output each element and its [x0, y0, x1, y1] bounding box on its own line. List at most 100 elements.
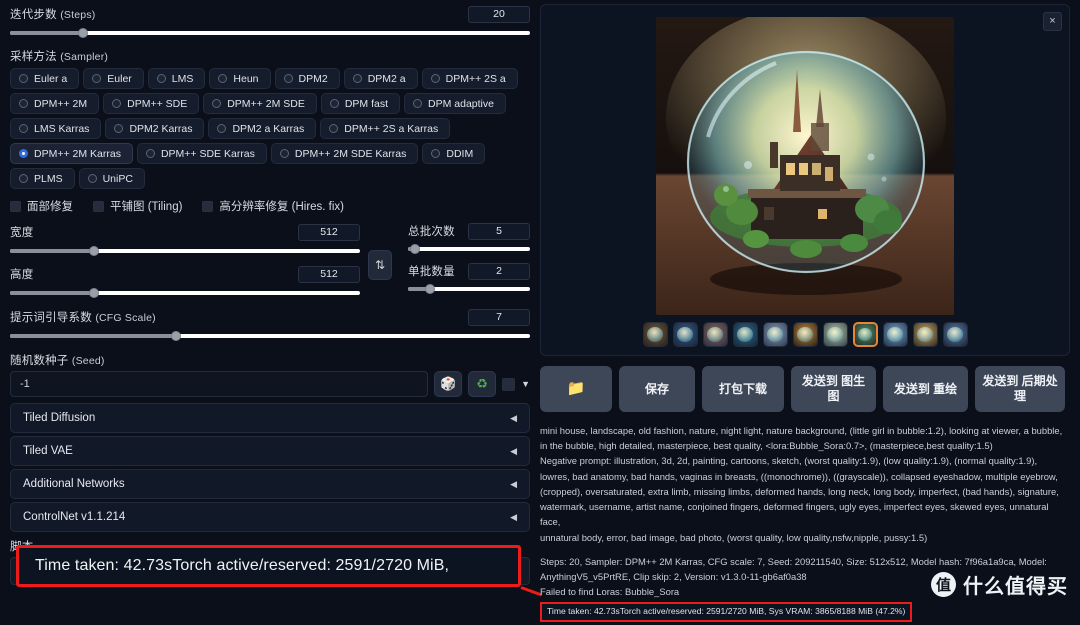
width-knob[interactable] [89, 246, 99, 256]
thumbnail-item[interactable] [702, 322, 728, 347]
sampler-option-dpm-fast[interactable]: DPM fast [320, 93, 401, 114]
thumbnail-strip[interactable] [642, 322, 968, 347]
checkbox-face-restore[interactable]: 面部修复 [10, 198, 73, 214]
thumbnail-item[interactable] [912, 322, 938, 347]
chevron-down-icon[interactable]: ▼ [521, 379, 530, 389]
checkbox-hires-fix[interactable]: 高分辨率修复 (Hires. fix) [202, 198, 344, 214]
seed-input[interactable]: -1 [10, 371, 429, 397]
height-fill [10, 291, 94, 295]
radio-icon [430, 74, 440, 83]
steps-value[interactable]: 20 [468, 5, 530, 23]
open-folder-button[interactable]: 📁 [540, 366, 612, 412]
cfg-label: 提示词引导系数 (CFG Scale) [10, 312, 156, 324]
sampler-option-label: DPM++ 2M [34, 97, 88, 110]
batch-size-slider[interactable] [408, 283, 530, 295]
sampler-option-euler[interactable]: Euler [83, 68, 144, 89]
accordion-tiled-vae[interactable]: Tiled VAE ◀ [10, 436, 530, 466]
thumbnail-item[interactable] [642, 322, 668, 347]
accordion-tiled-diffusion[interactable]: Tiled Diffusion ◀ [10, 403, 530, 433]
button-label: 保存 [644, 381, 669, 396]
batch-count-knob[interactable] [410, 244, 421, 254]
height-knob[interactable] [89, 288, 99, 298]
sampler-options[interactable]: Euler a Euler LMS Heun DPM2 DPM2 a DPM++ 2S a D… [10, 68, 530, 189]
chevron-left-icon: ◀ [510, 511, 517, 522]
accordion-controlnet-v1-1-214[interactable]: ControlNet v1.1.214 ◀ [10, 502, 530, 532]
watermark-badge: 值 [931, 572, 956, 597]
sampler-option-dpm2[interactable]: DPM2 [274, 68, 340, 89]
sampler-option-dpm-2s-a[interactable]: DPM++ 2S a [421, 68, 518, 89]
batch-count-value[interactable]: 5 [468, 222, 530, 240]
send-to-extras-button[interactable]: 发送到 后期处理 [975, 366, 1065, 412]
steps-slider[interactable] [10, 27, 530, 39]
send-to-inpaint-button[interactable]: 发送到 重绘 [883, 366, 968, 412]
sampler-option-lms[interactable]: LMS [147, 68, 206, 89]
sampler-option-dpm2-karras[interactable]: DPM2 Karras [105, 118, 205, 139]
sampler-option-dpm-adaptive[interactable]: DPM adaptive [404, 93, 506, 114]
thumbnail-item[interactable] [882, 322, 908, 347]
prompt-line: lowres, bad anatomy, bad hands, vaginas … [540, 470, 1058, 482]
recycle-icon[interactable]: ♻ [468, 371, 497, 397]
thumbnail-item[interactable] [732, 322, 758, 347]
checkbox-icon[interactable] [93, 200, 104, 212]
cfg-value[interactable]: 7 [468, 308, 530, 326]
thumbnail-item[interactable] [792, 322, 818, 347]
button-label: 发送到 图生图 [801, 374, 866, 403]
cfg-knob[interactable] [171, 331, 182, 341]
width-value[interactable]: 512 [298, 223, 360, 241]
batch-count-slider[interactable] [408, 243, 530, 255]
zip-download-button[interactable]: 打包下载 [702, 366, 784, 412]
sampler-option-dpm-2m-karras[interactable]: DPM++ 2M Karras [10, 143, 133, 164]
dice-icon[interactable]: 🎲 [434, 371, 463, 397]
extra-seed-checkbox[interactable] [502, 377, 516, 391]
height-slider[interactable] [10, 287, 360, 299]
chevron-left-icon: ◀ [510, 412, 517, 423]
sampler-option-plms[interactable]: PLMS [10, 168, 75, 189]
sampler-option-unipc[interactable]: UniPC [78, 168, 145, 189]
thumbnail-item[interactable] [942, 322, 968, 347]
sampler-option-dpm-2m-sde[interactable]: DPM++ 2M SDE [203, 93, 317, 114]
steps-row: 迭代步数 (Steps) 20 [10, 4, 530, 24]
sampler-option-dpm-2m-sde-karras[interactable]: DPM++ 2M SDE Karras [270, 143, 419, 164]
steps-knob[interactable] [77, 28, 88, 38]
radio-icon [431, 149, 441, 158]
toggle-row[interactable]: 面部修复 平铺图 (Tiling) 高分辨率修复 (Hires. fix) [10, 198, 530, 214]
sampler-option-dpm-2s-a-karras[interactable]: DPM++ 2S a Karras [320, 118, 451, 139]
height-value[interactable]: 512 [298, 265, 360, 283]
sampler-option-dpm-sde-karras[interactable]: DPM++ SDE Karras [136, 143, 267, 164]
sampler-option-dpm2-a-karras[interactable]: DPM2 a Karras [208, 118, 317, 139]
send-to-img2img-button[interactable]: 发送到 图生图 [791, 366, 876, 412]
watermark: 值 什么值得买 [931, 570, 1068, 599]
thumbnail-item[interactable] [762, 322, 788, 347]
sampler-option-lms-karras[interactable]: LMS Karras [10, 118, 102, 139]
close-icon[interactable]: × [1043, 12, 1062, 31]
accordion-additional-networks[interactable]: Additional Networks ◀ [10, 469, 530, 499]
action-button-row[interactable]: 📁 保存 打包下载 发送到 图生图 发送到 重绘 发送到 后期处理 [540, 366, 1070, 412]
cfg-slider[interactable] [10, 330, 530, 342]
sampler-option-label: DPM adaptive [428, 97, 494, 110]
batch-size-knob[interactable] [424, 284, 435, 294]
checkbox-icon[interactable] [202, 200, 214, 212]
batch-size-value[interactable]: 2 [468, 262, 530, 280]
folder-icon: 📁 [566, 379, 586, 397]
prompt-line: (cropped), oversaturated, extra limb, mi… [540, 485, 1059, 497]
thumbnail-bubble-art [766, 327, 784, 342]
thumbnail-item[interactable] [822, 322, 848, 347]
thumbnail-item[interactable] [672, 322, 698, 347]
sampler-option-dpm-2m[interactable]: DPM++ 2M [10, 93, 100, 114]
thumbnail-item[interactable] [852, 322, 878, 347]
sampler-option-dpm2-a[interactable]: DPM2 a [343, 68, 418, 89]
radio-icon [218, 74, 228, 83]
save-button[interactable]: 保存 [619, 366, 695, 412]
sampler-option-euler-a[interactable]: Euler a [10, 68, 80, 89]
width-slider[interactable] [10, 245, 360, 257]
accordion-label: ControlNet v1.1.214 [23, 511, 126, 523]
accordion-label: Tiled Diffusion [23, 412, 96, 424]
checkbox-icon[interactable] [10, 200, 21, 212]
radio-icon [19, 74, 28, 83]
sampler-option-heun[interactable]: Heun [209, 68, 271, 89]
checkbox-tiling[interactable]: 平铺图 (Tiling) [93, 198, 182, 214]
generated-image[interactable] [656, 17, 954, 315]
sampler-option-dpm-sde[interactable]: DPM++ SDE [103, 93, 200, 114]
swap-vertical-icon[interactable]: ⇅ [368, 249, 392, 280]
sampler-option-ddim[interactable]: DDIM [422, 143, 486, 164]
